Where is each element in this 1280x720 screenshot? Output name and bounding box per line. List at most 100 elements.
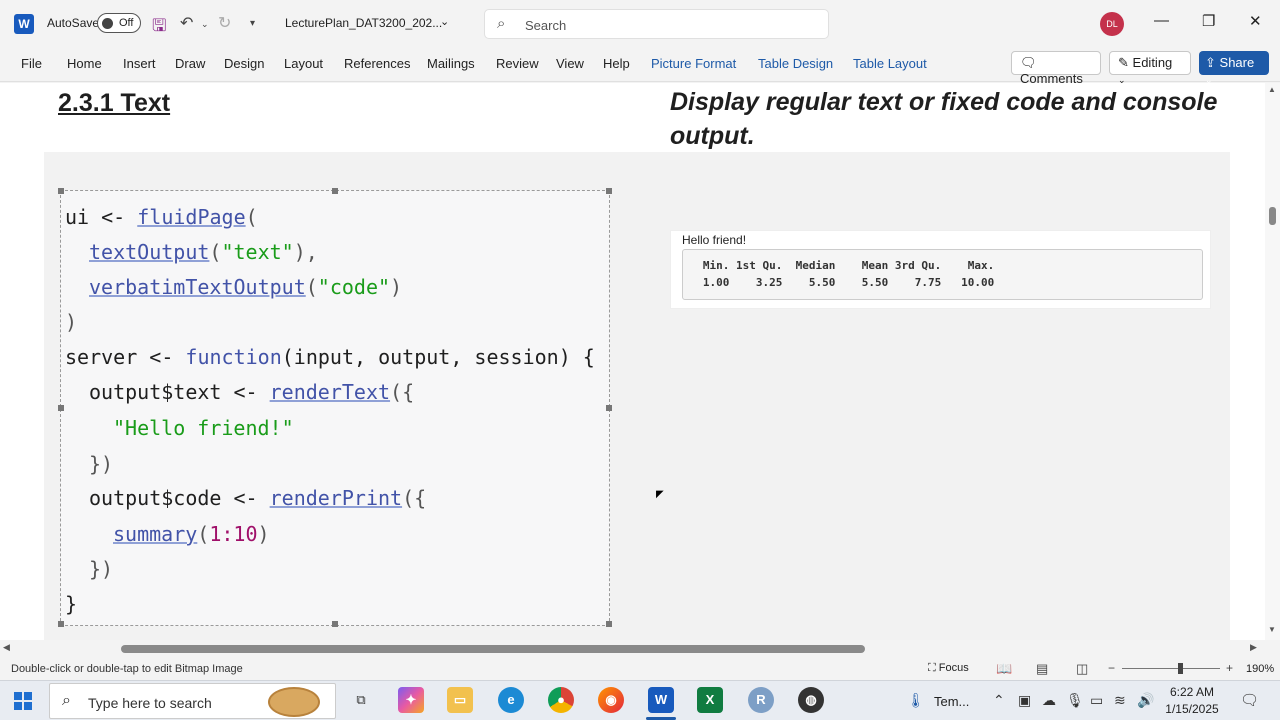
minimize-icon[interactable]: — xyxy=(1154,12,1169,29)
firefox-icon[interactable]: ◉ xyxy=(598,687,624,713)
avatar[interactable]: DL xyxy=(1100,12,1124,36)
tab-insert[interactable]: Insert xyxy=(123,56,156,71)
output-image[interactable]: Hello friend! Min. 1st Qu. Median Mean 3… xyxy=(670,230,1211,309)
read-mode-icon[interactable]: 📖 xyxy=(996,661,1012,677)
editing-button[interactable]: ✎ Editing ⌄ xyxy=(1109,51,1191,85)
close-icon[interactable]: ✕ xyxy=(1249,12,1262,30)
undo-dropdown-icon[interactable]: ⌄ xyxy=(201,19,209,30)
code-line: }) xyxy=(89,557,114,581)
tab-home[interactable]: Home xyxy=(67,56,102,71)
customize-toolbar-icon[interactable]: ▾ xyxy=(250,18,255,29)
tab-picture-format[interactable]: Picture Format xyxy=(651,56,736,71)
tab-help[interactable]: Help xyxy=(603,56,630,71)
chevron-down-icon[interactable]: ⌄ xyxy=(440,15,449,28)
tab-table-layout[interactable]: Table Layout xyxy=(853,56,927,71)
code-image[interactable]: ui <- fluidPage( textOutput("text"), ver… xyxy=(58,188,612,627)
focus-icon: ⛶ xyxy=(928,662,936,674)
battery-icon[interactable]: ▭ xyxy=(1090,692,1103,709)
undo-icon[interactable]: ↶ xyxy=(180,13,193,33)
scroll-up-icon[interactable]: ▲ xyxy=(1268,85,1276,94)
save-icon[interactable]: 🖫 xyxy=(152,13,166,42)
resize-handle[interactable] xyxy=(58,405,64,411)
tab-file[interactable]: File xyxy=(21,56,42,71)
tab-mailings[interactable]: Mailings xyxy=(427,56,475,71)
print-layout-icon[interactable]: ▤ xyxy=(1036,661,1048,677)
code-line: } xyxy=(65,592,78,616)
chevron-up-icon[interactable]: ⌃ xyxy=(993,692,1005,709)
task-view-icon[interactable]: ⧉ xyxy=(348,687,374,713)
zoom-slider[interactable] xyxy=(1122,668,1220,669)
r-icon[interactable]: R xyxy=(748,687,774,713)
tab-layout[interactable]: Layout xyxy=(284,56,323,71)
resize-handle[interactable] xyxy=(606,621,612,627)
comments-button[interactable]: 🗨 Comments xyxy=(1011,51,1101,86)
scroll-left-icon[interactable]: ◀ xyxy=(3,642,10,653)
file-explorer-icon[interactable]: ▭ xyxy=(447,687,473,713)
toggle-knob xyxy=(102,18,113,29)
web-layout-icon[interactable]: ◫ xyxy=(1076,661,1088,677)
code-line: ) xyxy=(65,310,78,334)
word-icon[interactable]: W xyxy=(648,687,674,713)
speaker-icon[interactable]: 🔊 xyxy=(1137,692,1154,709)
search-icon: ⌕ xyxy=(62,692,71,709)
title-bar: W AutoSave Off 🖫 ↶ ⌄ ↻ ▾ LecturePlan_DAT… xyxy=(0,0,1280,48)
resize-handle[interactable] xyxy=(58,188,64,194)
ribbon-tabs: File Home Insert Draw Design Layout Refe… xyxy=(0,48,1280,86)
vertical-scrollbar[interactable]: ▲ ▼ xyxy=(1265,83,1280,640)
tab-table-design[interactable]: Table Design xyxy=(758,56,833,71)
tab-review[interactable]: Review xyxy=(496,56,539,71)
document-title[interactable]: LecturePlan_DAT3200_202... xyxy=(285,16,442,30)
taskbar-search-input[interactable]: ⌕ Type here to search xyxy=(49,683,336,719)
scroll-down-icon[interactable]: ▼ xyxy=(1268,625,1276,634)
windows-start-icon[interactable] xyxy=(14,692,32,710)
scroll-right-icon[interactable]: ▶ xyxy=(1250,642,1257,653)
search-placeholder: Search xyxy=(525,18,567,33)
code-line: }) xyxy=(89,452,114,476)
edge-icon[interactable]: e xyxy=(498,687,524,713)
microphone-icon[interactable]: 🎙 xyxy=(1066,692,1084,709)
share-button[interactable]: ⇪ Share ⌄ xyxy=(1199,51,1269,85)
document-canvas[interactable]: 2.3.1 Text Display regular text or fixed… xyxy=(0,83,1265,640)
obs-icon[interactable]: ◍ xyxy=(798,687,824,713)
tab-design[interactable]: Design xyxy=(224,56,264,71)
copilot-icon[interactable]: ✦ xyxy=(398,687,424,713)
resize-handle[interactable] xyxy=(606,405,612,411)
thermometer-icon[interactable]: 🌡 xyxy=(907,692,925,709)
tab-view[interactable]: View xyxy=(556,56,584,71)
notification-icon[interactable]: 🗨 xyxy=(1240,691,1259,709)
tab-references[interactable]: References xyxy=(344,56,410,71)
meet-now-icon[interactable]: ▣ xyxy=(1018,692,1031,709)
zoom-in-icon[interactable]: + xyxy=(1226,661,1233,675)
focus-button[interactable]: ⛶ Focus xyxy=(928,662,969,675)
autosave-toggle[interactable]: Off xyxy=(97,13,141,33)
resize-handle[interactable] xyxy=(606,188,612,194)
clock[interactable]: 6:22 AM 1/15/2025 xyxy=(1164,684,1220,718)
search-icon: ⌕ xyxy=(497,15,506,32)
code-line: ui <- fluidPage( xyxy=(65,205,258,229)
zoom-level[interactable]: 190% xyxy=(1246,663,1274,675)
section-heading: 2.3.1 Text xyxy=(58,89,171,117)
horizontal-scrollbar[interactable]: ◀ ▶ xyxy=(0,640,1280,658)
scroll-thumb[interactable] xyxy=(121,645,865,653)
resize-handle[interactable] xyxy=(58,621,64,627)
autosave-state: Off xyxy=(119,17,134,29)
wifi-icon[interactable]: ≋ xyxy=(1114,692,1126,709)
chrome-icon[interactable]: ● xyxy=(548,687,574,713)
clock-date: 1/15/2025 xyxy=(1165,702,1219,716)
output-text: Hello friend! xyxy=(682,233,747,247)
resize-handle[interactable] xyxy=(332,188,338,194)
zoom-out-icon[interactable]: − xyxy=(1108,661,1115,675)
zoom-slider-thumb[interactable] xyxy=(1178,663,1183,674)
tab-draw[interactable]: Draw xyxy=(175,56,205,71)
restore-icon[interactable]: ❐ xyxy=(1202,12,1215,30)
excel-icon[interactable]: X xyxy=(697,687,723,713)
comment-icon: 🗨 xyxy=(1020,55,1037,70)
share-label: Share xyxy=(1219,55,1255,70)
redo-icon[interactable]: ↻ xyxy=(218,13,231,33)
weather-label[interactable]: Tem... xyxy=(934,694,969,709)
search-input[interactable]: ⌕ Search xyxy=(484,9,829,39)
onedrive-icon[interactable]: ☁ xyxy=(1042,692,1056,709)
resize-handle[interactable] xyxy=(332,621,338,627)
scroll-thumb[interactable] xyxy=(1269,207,1276,225)
code-line: server <- function(input, output, sessio… xyxy=(65,345,595,369)
